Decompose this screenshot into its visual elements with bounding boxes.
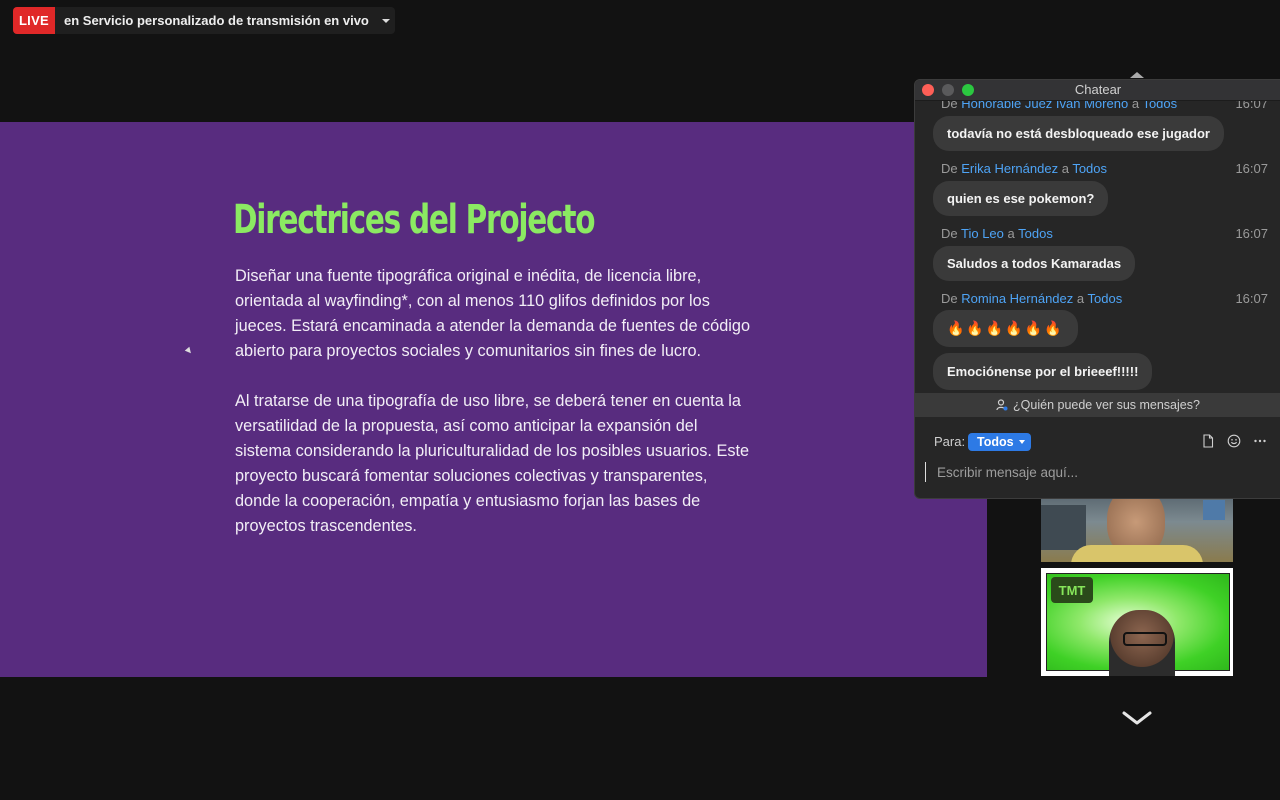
participant-video-tile[interactable]: TMT	[1041, 568, 1233, 676]
slide-paragraph: Diseñar una fuente tipográfica original …	[235, 267, 751, 360]
chat-title: Chatear	[1074, 82, 1122, 97]
recipient-dropdown[interactable]: Todos	[968, 433, 1031, 451]
sender-name[interactable]: Honorable Juez Ivan Moreno	[961, 101, 1128, 111]
shared-slide: Directrices del Projecto Diseñar una fue…	[0, 122, 987, 677]
compose-area: Para: Todos	[915, 417, 1280, 498]
message-bubble: Saludos a todos Kamaradas	[933, 246, 1136, 281]
message-bubble: 🔥🔥🔥🔥🔥🔥	[933, 310, 1078, 347]
message-input[interactable]	[925, 462, 1279, 482]
channel-logo: TMT	[1051, 577, 1093, 603]
chevron-down-icon[interactable]	[377, 7, 395, 34]
message-header: De Romina Hernández a Todos	[941, 291, 1123, 306]
message-time: 16:07	[1235, 101, 1268, 111]
recipient-name[interactable]: Todos	[1072, 161, 1107, 176]
who-can-see-text: ¿Quién puede ver sus mensajes?	[1013, 398, 1200, 412]
message-header: De Tio Leo a Todos	[941, 226, 1053, 241]
participant-video-tile[interactable]	[1041, 495, 1233, 562]
chevron-up-icon[interactable]	[1130, 72, 1144, 78]
message-time: 16:07	[1235, 226, 1268, 241]
live-stream-label: en Servicio personalizado de transmisión…	[64, 13, 369, 28]
slide-paragraph: Al tratarse de una tipografía de uso lib…	[235, 392, 750, 535]
who-can-see-link[interactable]: ¿Quién puede ver sus mensajes?	[915, 393, 1280, 417]
emoji-icon[interactable]	[1227, 434, 1241, 448]
message-time: 16:07	[1235, 161, 1268, 176]
recipient-name[interactable]: Todos	[1018, 226, 1053, 241]
more-icon[interactable]	[1253, 434, 1267, 448]
sender-name[interactable]: Tio Leo	[961, 226, 1004, 241]
live-stream-menu[interactable]: LIVE en Servicio personalizado de transm…	[13, 7, 395, 34]
person-icon	[996, 399, 1008, 411]
message-bubble: todavía no está desbloqueado ese jugador	[933, 116, 1224, 151]
to-label: Para:	[934, 434, 966, 449]
chat-titlebar[interactable]: Chatear	[915, 80, 1280, 101]
recipient-name[interactable]: Todos	[1142, 101, 1177, 111]
chevron-down-icon[interactable]	[1122, 710, 1152, 726]
mouse-cursor-icon	[184, 346, 194, 356]
chat-messages[interactable]: De Honorable Juez Ivan Moreno a Todos 16…	[915, 101, 1280, 393]
sender-name[interactable]: Romina Hernández	[961, 291, 1073, 306]
recipient-dropdown-value: Todos	[977, 435, 1014, 449]
message-header: De Erika Hernández a Todos	[941, 161, 1108, 176]
message-time: 16:07	[1235, 291, 1268, 306]
sender-name[interactable]: Erika Hernández	[961, 161, 1058, 176]
live-badge: LIVE	[13, 7, 55, 34]
message-bubble: Emociónense por el brieeef!!!!!	[933, 353, 1153, 390]
message-bubble: quien es ese pokemon?	[933, 181, 1109, 216]
message-header: De Honorable Juez Ivan Moreno a Todos	[941, 101, 1177, 111]
slide-title: Directrices del Projecto	[233, 197, 595, 243]
slide-body: Diseñar una fuente tipográfica original …	[235, 264, 755, 564]
recipient-name[interactable]: Todos	[1088, 291, 1123, 306]
chat-window: Chatear De Honorable Juez Ivan Moreno a …	[914, 79, 1280, 499]
file-icon[interactable]	[1201, 434, 1215, 448]
